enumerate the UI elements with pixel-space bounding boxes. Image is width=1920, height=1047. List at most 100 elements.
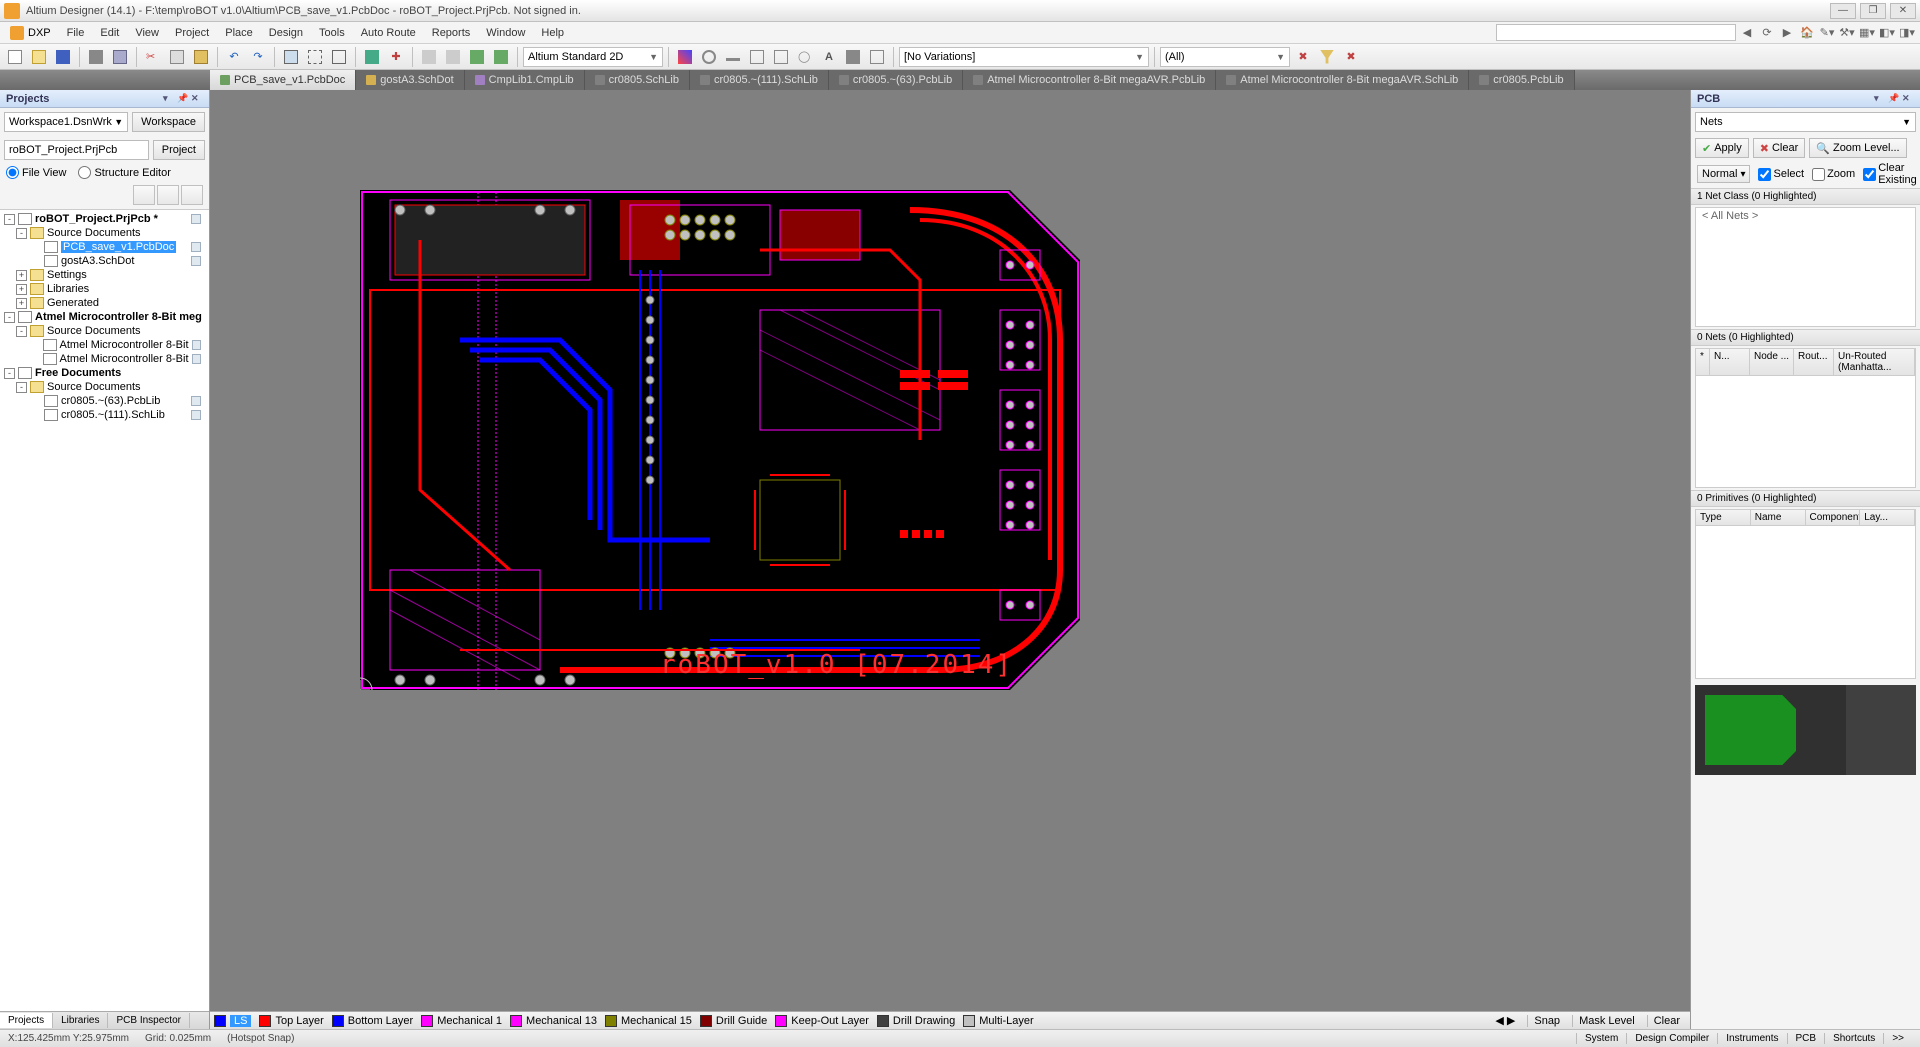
column-header[interactable]: Component [1806,510,1861,525]
select-checkbox[interactable]: Select [1758,168,1804,181]
tree-icon1[interactable] [133,185,155,205]
doctab[interactable]: cr0805.~(63).PcbLib [829,70,963,90]
column-header[interactable]: Node ... [1750,349,1794,375]
layer-item[interactable]: Mechanical 13 [510,1015,597,1027]
bottom-tab-projects[interactable]: Projects [0,1013,53,1028]
place4-button[interactable] [746,46,768,68]
tree-node[interactable]: -Source Documents [2,380,207,394]
column-header[interactable]: * [1696,349,1710,375]
tree-toggle-icon[interactable]: - [4,368,15,379]
print-button[interactable] [85,46,107,68]
cross-button[interactable]: ✚ [385,46,407,68]
place3-button[interactable] [722,46,744,68]
save-button[interactable] [52,46,74,68]
tree-toggle-icon[interactable]: + [16,284,27,295]
misc2-button[interactable] [442,46,464,68]
menu-window[interactable]: Window [478,25,533,41]
workspace-button[interactable]: Workspace [132,112,205,132]
nav-extra1-icon[interactable]: ◧▾ [1878,24,1896,42]
status-tab--[interactable]: >> [1883,1033,1912,1044]
menu-tools[interactable]: Tools [311,25,353,41]
nav-back-icon[interactable]: ◀ [1738,24,1756,42]
tree-node[interactable]: Atmel Microcontroller 8-Bit [2,338,207,352]
pcb-canvas[interactable]: roBOT_v1.0 [07.2014] [210,90,1690,1011]
tree-node[interactable]: -Source Documents [2,324,207,338]
maximize-button[interactable]: ❐ [1860,3,1886,19]
tree-toggle-icon[interactable]: - [4,214,15,225]
close-button[interactable]: ✕ [1890,3,1916,19]
file-view-radio[interactable]: File View [6,166,66,179]
tree-node[interactable]: Atmel Microcontroller 8-Bit [2,352,207,366]
nav-refresh-icon[interactable]: ⟳ [1758,24,1776,42]
tree-toggle-icon[interactable]: - [16,382,27,393]
copy-button[interactable] [166,46,188,68]
layer-item[interactable]: Top Layer [259,1015,323,1027]
tree-node[interactable]: +Generated [2,296,207,310]
tree-node[interactable]: -Atmel Microcontroller 8-Bit meg [2,310,207,324]
zoom-area-button[interactable] [304,46,326,68]
zoom-select-button[interactable] [328,46,350,68]
layer-item[interactable]: Mechanical 15 [605,1015,692,1027]
column-header[interactable]: Lay... [1860,510,1915,525]
doctab[interactable]: cr0805.~(111).SchLib [690,70,829,90]
bottom-tab-pcb-inspector[interactable]: PCB Inspector [108,1013,189,1028]
tree-node[interactable]: +Libraries [2,282,207,296]
bottom-tab-libraries[interactable]: Libraries [53,1013,108,1028]
project-field[interactable]: roBOT_Project.PrjPcb [4,140,149,160]
pcb-panel-close-icon[interactable]: ✕ [1902,93,1914,105]
place6-button[interactable]: ◯ [794,46,816,68]
pcb-panel-pin-icon[interactable]: 📌 [1888,93,1900,105]
place7-button[interactable] [842,46,864,68]
doctab[interactable]: cr0805.PcbLib [1469,70,1574,90]
clear-existing-checkbox[interactable]: Clear Existing [1863,162,1917,186]
misc3-button[interactable] [466,46,488,68]
doctab[interactable]: Atmel Microcontroller 8-Bit megaAVR.PcbL… [963,70,1216,90]
all-nets-item[interactable]: < All Nets > [1696,208,1915,224]
net-class-list[interactable]: < All Nets > [1695,207,1916,327]
layer-item[interactable]: Drill Drawing [877,1015,955,1027]
menu-design[interactable]: Design [261,25,311,41]
column-header[interactable]: Rout... [1794,349,1834,375]
nav-pencil-icon[interactable]: ✎▾ [1818,24,1836,42]
tree-node[interactable]: PCB_save_v1.PcbDoc [2,240,207,254]
clear-button[interactable]: ✖Clear [1753,138,1806,158]
new-button[interactable] [4,46,26,68]
column-header[interactable]: Un-Routed (Manhatta... [1834,349,1915,375]
tree-icon2[interactable] [157,185,179,205]
project-tree[interactable]: -roBOT_Project.PrjPcb * -Source Documents… [0,210,209,1011]
filter-funnel-button[interactable] [1316,46,1338,68]
preview-button[interactable] [109,46,131,68]
filter-combo[interactable]: (All)▼ [1160,47,1290,67]
nav-grid-icon[interactable]: ▦▾ [1858,24,1876,42]
normal-combo[interactable]: Normal ▾ [1697,165,1750,183]
place8-button[interactable] [866,46,888,68]
menu-project[interactable]: Project [167,25,217,41]
nav-forward-icon[interactable]: ▶ [1778,24,1796,42]
menu-auto-route[interactable]: Auto Route [353,25,424,41]
place2-button[interactable] [698,46,720,68]
doctab[interactable]: cr0805.SchLib [585,70,690,90]
tree-node[interactable]: cr0805.~(111).SchLib [2,408,207,422]
zoom-level-button[interactable]: 🔍Zoom Level... [1809,138,1906,158]
tree-node[interactable]: +Settings [2,268,207,282]
status-tab-design-compiler[interactable]: Design Compiler [1626,1033,1717,1044]
menu-edit[interactable]: Edit [92,25,127,41]
pcb-minimap[interactable] [1695,685,1916,775]
zoom-fit-button[interactable] [280,46,302,68]
nets-list[interactable]: *N...Node ...Rout...Un-Routed (Manhatta.… [1695,348,1916,488]
doctab[interactable]: gostA3.SchDot [356,70,464,90]
tree-node[interactable]: gostA3.SchDot [2,254,207,268]
layer-item[interactable]: Bottom Layer [332,1015,413,1027]
variations-combo[interactable]: [No Variations]▼ [899,47,1149,67]
doctab[interactable]: PCB_save_v1.PcbDoc [210,70,356,90]
menu-search-input[interactable] [1496,24,1736,41]
tree-toggle-icon[interactable]: + [16,270,27,281]
column-header[interactable]: Name [1751,510,1806,525]
tree-toggle-icon[interactable]: - [16,228,27,239]
nav-tools-icon[interactable]: ⚒▾ [1838,24,1856,42]
menu-reports[interactable]: Reports [424,25,479,41]
redo-button[interactable]: ↷ [247,46,269,68]
undo-button[interactable]: ↶ [223,46,245,68]
panel-close-icon[interactable]: ✕ [191,93,203,105]
tree-node[interactable]: -roBOT_Project.PrjPcb * [2,212,207,226]
